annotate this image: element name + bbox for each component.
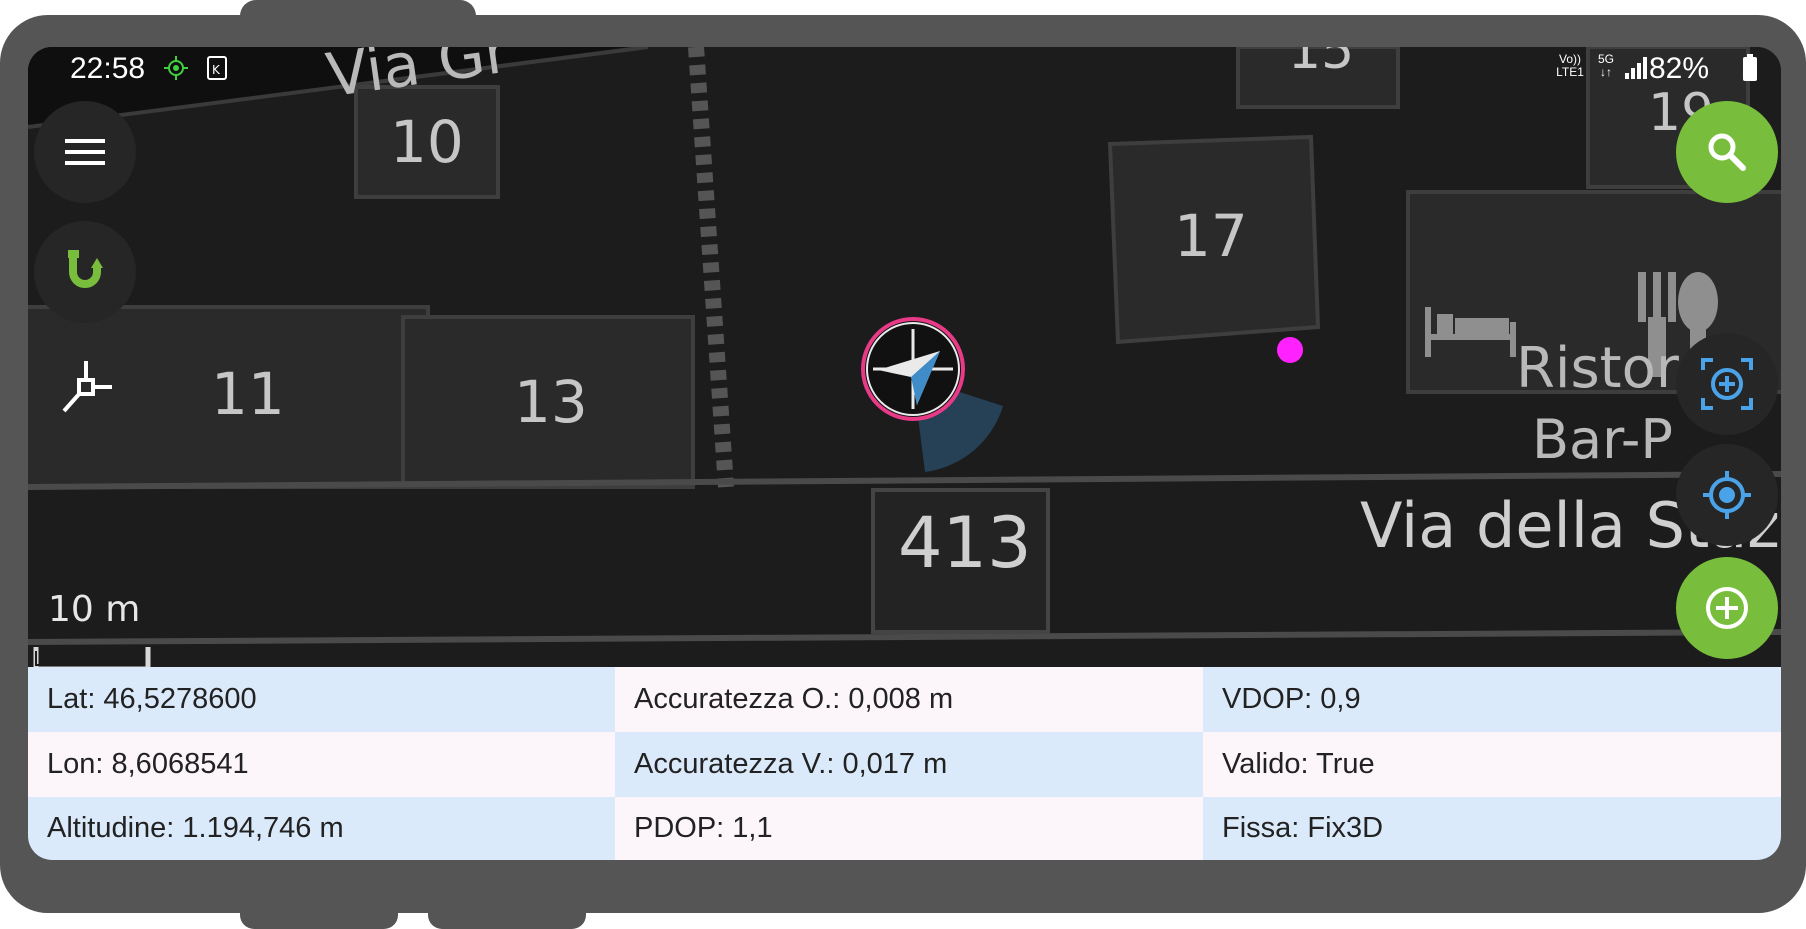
horizontal-accuracy-value: Accuratezza O.: 0,008 m [615, 667, 1203, 732]
hamburger-menu-icon [65, 139, 105, 165]
battery-percentage: 82% [1648, 52, 1709, 85]
svg-text:K: K [212, 63, 221, 77]
poi-label-bar: Bar-P [1532, 408, 1673, 471]
house-number-13: 13 [514, 368, 588, 436]
volte-indicator: Vo)) LTE1 [1556, 52, 1584, 79]
vertex-tool-icon [62, 361, 112, 413]
fix-type-value: Fissa: Fix3D [1203, 797, 1781, 860]
valid-value: Valido: True [1203, 732, 1781, 797]
status-bar: 22:58 K Vo)) LTE1 5G ↓↑ 82% [28, 47, 1781, 87]
volume-up-button [240, 900, 398, 929]
building-number-413: 413 [898, 502, 1032, 584]
altitude-value: Altitudine: 1.194,746 m [28, 797, 615, 860]
digitize-tool-button[interactable] [58, 359, 114, 415]
menu-button[interactable] [34, 101, 136, 203]
map-canvas[interactable]: Via Gr 10 11 13 17 19 15 413 Ristorant B… [28, 47, 1781, 667]
scale-label: 10 m [48, 589, 141, 630]
house-number-11: 11 [211, 360, 285, 428]
gps-target-icon [1703, 471, 1751, 519]
power-button [240, 0, 476, 24]
status-time: 22:58 [70, 52, 146, 85]
add-feature-button[interactable] [1676, 557, 1778, 659]
add-circle-icon [1706, 587, 1748, 629]
screen: Via Gr 10 11 13 17 19 15 413 Ristorant B… [28, 47, 1781, 860]
crosshair-plus-icon [1701, 358, 1753, 410]
signal-strength-icon [1625, 57, 1647, 79]
battery-icon [1743, 54, 1757, 81]
house-number-10: 10 [390, 108, 464, 176]
status-icons-left: K [164, 56, 227, 80]
magnet-icon [68, 250, 103, 288]
locate-me-button[interactable] [1676, 444, 1778, 546]
snapping-toggle-button[interactable] [34, 221, 136, 323]
waypoint-marker [1277, 337, 1303, 363]
search-button[interactable] [1676, 101, 1778, 203]
gnss-info-panel: Lat: 46,5278600 Accuratezza O.: 0,008 m … [28, 667, 1781, 860]
longitude-value: Lon: 8,6068541 [28, 732, 615, 797]
volume-down-button [428, 900, 586, 929]
vertical-accuracy-value: Accuratezza V.: 0,017 m [615, 732, 1203, 797]
latitude-value: Lat: 46,5278600 [28, 667, 615, 732]
pdop-value: PDOP: 1,1 [615, 797, 1203, 860]
network-type-indicator: 5G ↓↑ [1597, 52, 1614, 79]
railway-line [688, 47, 734, 488]
search-icon [1708, 133, 1746, 171]
zoom-to-location-button[interactable] [1676, 333, 1778, 435]
vdop-value: VDOP: 0,9 [1203, 667, 1781, 732]
house-number-17: 17 [1174, 202, 1248, 270]
